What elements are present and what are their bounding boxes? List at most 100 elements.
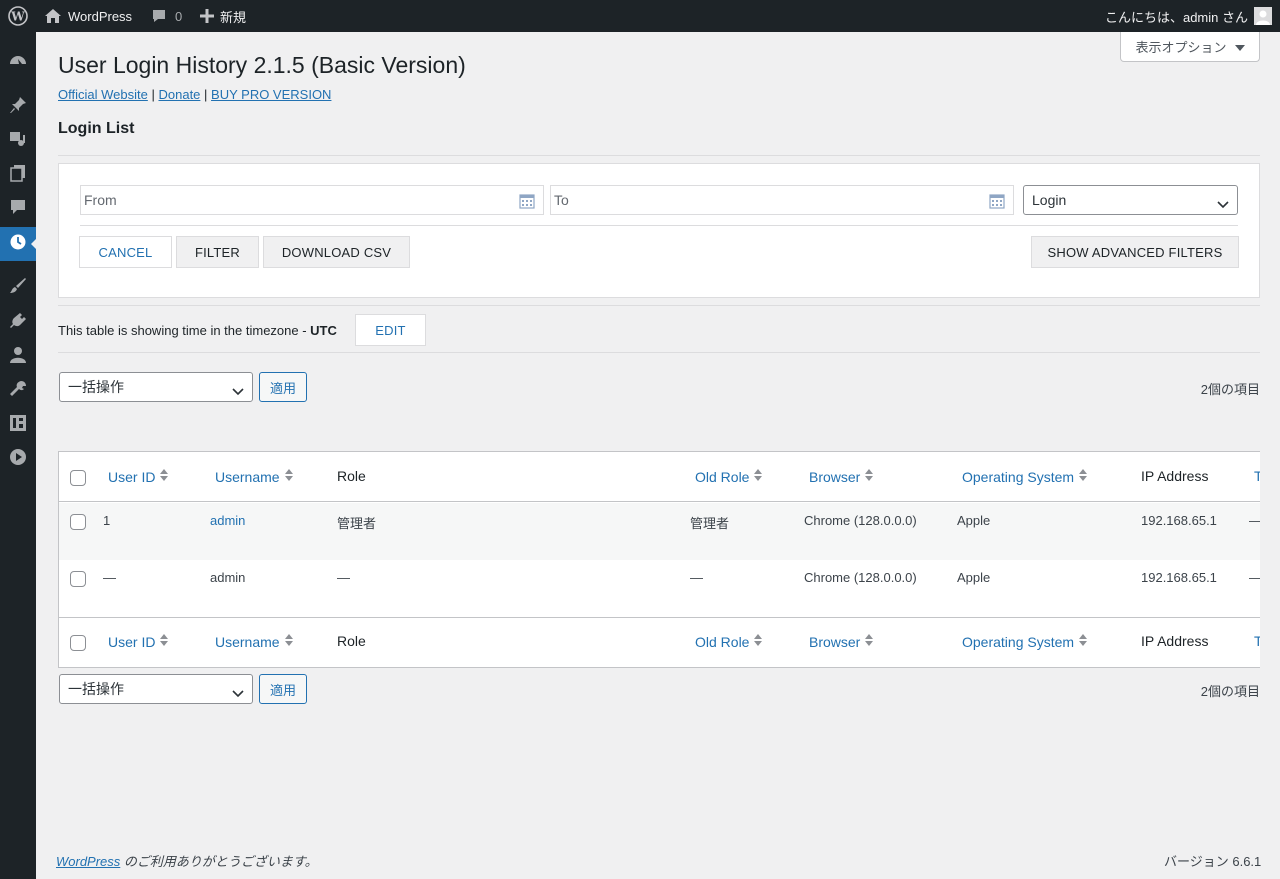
appearance-brush-icon[interactable] — [8, 276, 28, 296]
filter-panel: From To Login CANCEL FILTER DOWNLOAD CSV… — [58, 163, 1260, 298]
apply-button-bottom[interactable]: 適用 — [259, 674, 307, 704]
from-date-input[interactable]: From — [80, 185, 544, 215]
cell-browser: Chrome (128.0.0.0) — [804, 513, 917, 528]
items-count-top: 2個の項目 — [1200, 382, 1260, 397]
edit-timezone-button[interactable]: EDIT — [355, 314, 426, 346]
timezone-prefix: This table is showing time in the timezo… — [58, 323, 311, 338]
site-name-link[interactable]: WordPress — [44, 0, 132, 32]
divider — [58, 155, 1260, 156]
section-title: Login List — [58, 120, 135, 137]
to-date-input[interactable]: To — [550, 185, 1014, 215]
cell-old-role: 管理者 — [690, 516, 730, 531]
users-icon[interactable] — [8, 345, 28, 365]
posts-pin-icon[interactable] — [8, 95, 28, 115]
row-checkbox[interactable] — [70, 571, 86, 587]
column-user-id[interactable]: User ID — [108, 468, 169, 485]
login-type-select[interactable]: Login — [1023, 185, 1238, 215]
column-username[interactable]: Username — [215, 468, 294, 485]
table-row — [59, 503, 1260, 560]
cell-role: 管理者 — [337, 516, 377, 531]
screen-options-button[interactable]: 表示オプション — [1120, 32, 1260, 62]
column-label: Old Role — [695, 633, 750, 650]
filter-divider — [80, 225, 1238, 226]
media-play-icon[interactable] — [8, 447, 28, 467]
column-ip-address: IP Address — [1141, 468, 1209, 484]
column-label: Username — [215, 633, 280, 650]
comments-link[interactable]: 0 — [151, 0, 182, 32]
settings-icon[interactable] — [8, 413, 28, 433]
column-user-id-bottom[interactable]: User ID — [108, 633, 169, 650]
column-operating-system[interactable]: Operating System — [962, 468, 1088, 485]
column-role: Role — [337, 468, 366, 484]
column-old-role[interactable]: Old Role — [695, 468, 763, 485]
new-content-link[interactable]: 新規 — [200, 0, 246, 32]
calendar-icon[interactable] — [519, 193, 535, 212]
bulk-action-select-top[interactable]: 一括操作 — [59, 372, 253, 402]
cell-os: Apple — [957, 570, 991, 585]
footer-version: バージョン 6.6.1 — [1164, 854, 1262, 869]
column-truncated[interactable]: T — [1254, 468, 1260, 484]
divider — [58, 305, 1260, 306]
apply-button-top[interactable]: 適用 — [259, 372, 307, 402]
plugins-icon[interactable] — [8, 311, 28, 331]
column-username-bottom[interactable]: Username — [215, 633, 294, 650]
dashboard-icon[interactable] — [8, 51, 28, 71]
column-label: Operating System — [962, 468, 1075, 485]
wordpress-logo-icon[interactable]: W — [8, 0, 28, 32]
column-label: User ID — [108, 468, 156, 485]
cell-os: Apple — [957, 513, 991, 528]
cell-username-link[interactable]: admin — [210, 513, 245, 528]
select-all-checkbox[interactable] — [70, 470, 86, 486]
column-label: Operating System — [962, 633, 1075, 650]
active-menu-arrow — [31, 238, 37, 250]
filter-button[interactable]: FILTER — [176, 236, 259, 268]
sort-arrows-icon — [864, 633, 874, 650]
bulk-action-label: 一括操作 — [68, 681, 124, 697]
column-operating-system-bottom[interactable]: Operating System — [962, 633, 1088, 650]
cancel-button[interactable]: CANCEL — [79, 236, 172, 268]
show-advanced-filters-button[interactable]: SHOW ADVANCED FILTERS — [1031, 236, 1239, 268]
cell-ip: 192.168.65.1 — [1141, 513, 1217, 528]
admin-bar: W WordPress 0 新規 こんにちは、admin さん — [0, 0, 1280, 32]
tools-wrench-icon[interactable] — [8, 379, 28, 399]
login-list-table: User ID Username Role Old Role Browser O… — [58, 451, 1260, 668]
timezone-value: UTC — [310, 323, 337, 338]
table-footer-divider — [59, 617, 1260, 618]
comment-icon — [151, 8, 167, 24]
chevron-down-icon — [1217, 196, 1229, 212]
official-website-link[interactable]: Official Website — [58, 87, 148, 102]
comments-menu-icon[interactable] — [8, 197, 28, 217]
site-name: WordPress — [68, 8, 133, 24]
plus-icon — [200, 9, 214, 23]
account-menu[interactable]: こんにちは、admin さん — [1105, 0, 1272, 32]
column-label: User ID — [108, 633, 156, 650]
greeting-text: こんにちは、admin さん — [1104, 9, 1248, 25]
page-title: User Login History 2.1.5 (Basic Version) — [58, 52, 466, 78]
cell-username: admin — [210, 570, 246, 585]
download-csv-button[interactable]: DOWNLOAD CSV — [263, 236, 410, 268]
column-browser-bottom[interactable]: Browser — [809, 633, 874, 650]
bulk-action-select-bottom[interactable]: 一括操作 — [59, 674, 253, 704]
row-checkbox[interactable] — [70, 514, 86, 530]
footer-thanks: WordPress のご利用ありがとうございます。 — [56, 851, 318, 870]
login-type-value: Login — [1032, 192, 1067, 208]
buy-pro-link[interactable]: BUY PRO VERSION — [211, 87, 331, 102]
link-separator: | — [151, 87, 155, 102]
donate-link[interactable]: Donate — [158, 87, 200, 102]
login-history-clock-icon[interactable] — [8, 232, 28, 252]
column-label: Username — [215, 468, 280, 485]
select-all-checkbox-bottom[interactable] — [70, 635, 86, 651]
pages-icon[interactable] — [8, 163, 28, 183]
calendar-icon[interactable] — [989, 193, 1005, 212]
wordpress-footer-link[interactable]: WordPress — [56, 854, 120, 869]
chevron-down-icon — [232, 685, 244, 701]
sort-arrows-icon — [159, 468, 169, 485]
comments-count: 0 — [175, 8, 183, 24]
column-truncated-bottom[interactable]: T — [1254, 633, 1260, 649]
column-old-role-bottom[interactable]: Old Role — [695, 633, 763, 650]
to-placeholder: To — [554, 192, 569, 208]
media-icon[interactable] — [8, 129, 28, 149]
column-browser[interactable]: Browser — [809, 468, 874, 485]
cell-truncated: — — [1249, 513, 1260, 528]
column-ip-address-bottom: IP Address — [1141, 633, 1209, 649]
